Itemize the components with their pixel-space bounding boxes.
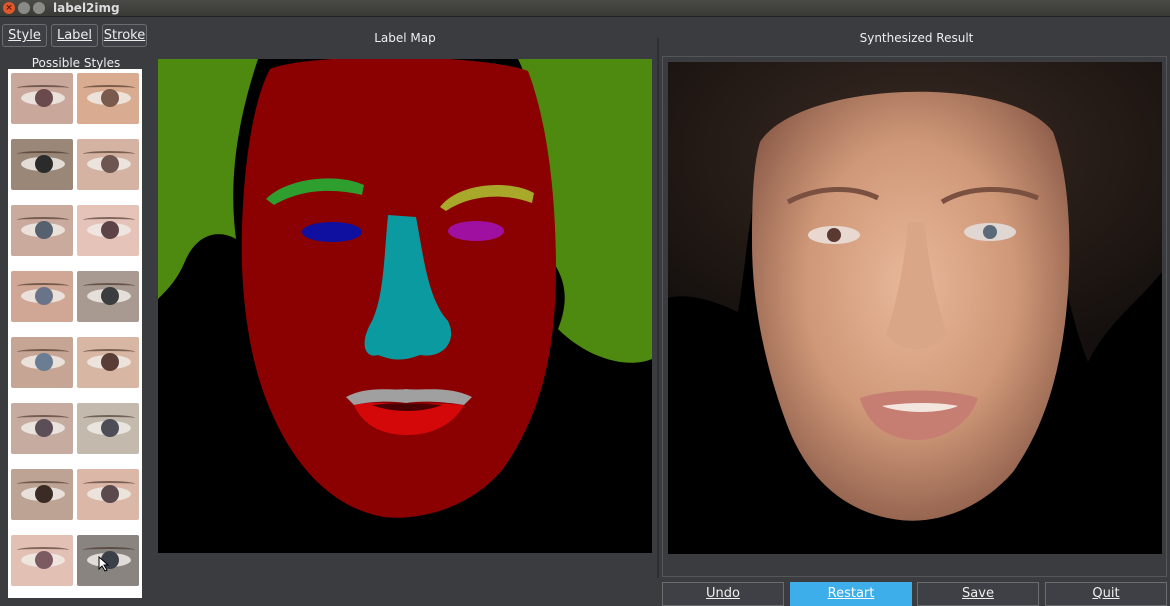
iris-shape [35, 89, 53, 107]
save-button[interactable]: Save [917, 582, 1039, 606]
label-button[interactable]: Label [51, 24, 98, 47]
synthesized-result-image [668, 62, 1162, 554]
style-thumbnail[interactable] [11, 205, 73, 256]
iris-shape [101, 287, 119, 305]
style-thumbnail[interactable] [77, 403, 139, 454]
synth-result-title: Synthesized Result [859, 31, 974, 45]
iris-shape [35, 287, 53, 305]
style-thumbnail[interactable] [77, 139, 139, 190]
style-thumbnail[interactable] [77, 271, 139, 322]
style-thumbnail[interactable] [11, 139, 73, 190]
iris-shape [101, 89, 119, 107]
style-thumbnail[interactable] [11, 403, 73, 454]
style-thumbnail[interactable] [77, 337, 139, 388]
style-thumbnail[interactable] [77, 205, 139, 256]
iris-shape [35, 551, 53, 569]
iris-shape [35, 485, 53, 503]
iris-shape [35, 353, 53, 371]
left-eye [302, 222, 362, 242]
upper-lip [346, 389, 472, 405]
right-iris [983, 225, 997, 239]
label-map-canvas[interactable] [158, 59, 652, 553]
restart-button[interactable]: Restart [790, 582, 912, 606]
label-map-title: Label Map [374, 31, 436, 45]
panel-divider [657, 38, 659, 578]
styles-panel-title: Possible Styles [31, 56, 121, 70]
iris-shape [101, 419, 119, 437]
style-thumbnail[interactable] [11, 337, 73, 388]
undo-button[interactable]: Undo [662, 582, 784, 606]
iris-shape [35, 221, 53, 239]
minimize-window-icon[interactable] [18, 2, 30, 14]
style-button[interactable]: Style [2, 24, 47, 47]
style-thumbnail[interactable] [11, 535, 73, 586]
right-eye [448, 221, 504, 241]
style-thumbnail[interactable] [11, 73, 73, 124]
iris-shape [101, 485, 119, 503]
style-thumbnail[interactable] [11, 271, 73, 322]
window-titlebar: × label2img [0, 0, 1170, 17]
left-iris [827, 228, 841, 242]
iris-shape [101, 353, 119, 371]
iris-shape [35, 419, 53, 437]
iris-shape [35, 155, 53, 173]
style-thumbnail[interactable] [11, 469, 73, 520]
window-title: label2img [53, 1, 120, 15]
style-thumbnail[interactable] [77, 73, 139, 124]
maximize-window-icon[interactable] [33, 2, 45, 14]
style-thumbnail[interactable] [77, 469, 139, 520]
styles-panel [8, 69, 142, 598]
iris-shape [101, 221, 119, 239]
close-window-icon[interactable]: × [3, 2, 15, 14]
iris-shape [101, 155, 119, 173]
quit-button[interactable]: Quit [1045, 582, 1167, 606]
stroke-button[interactable]: Stroke [102, 24, 147, 47]
mouse-cursor-icon [98, 556, 110, 572]
